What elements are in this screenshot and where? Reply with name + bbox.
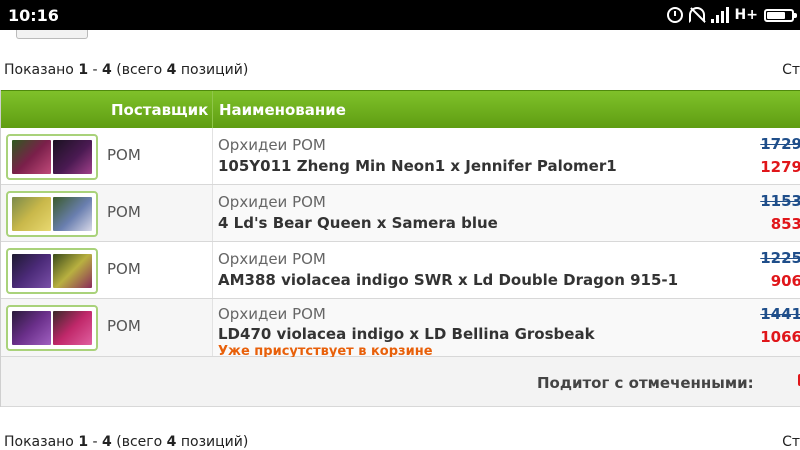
- pager-total-suffix: позиций): [180, 62, 249, 78]
- row-price-old: 1153: [760, 192, 800, 210]
- status-time: 10:16: [8, 6, 59, 25]
- pager-total-suffix: позиций): [180, 434, 249, 450]
- pager-info-bottom: Показано 1 - 4 (всего 4 позиций): [4, 434, 248, 450]
- row-price-old: 1441: [760, 305, 800, 323]
- product-thumbnail[interactable]: [6, 305, 98, 351]
- row-price-old: 1729: [760, 135, 800, 153]
- pager-info-top: Показано 1 - 4 (всего 4 позиций): [4, 62, 248, 78]
- pager-pages-bottom[interactable]: Ст: [782, 434, 800, 450]
- row-name-cell: Орхидеи POM 4 Ld's Bear Queen x Samera b…: [212, 185, 800, 241]
- row-price-new: 1066: [760, 328, 800, 346]
- orchid-photo: [53, 197, 92, 231]
- row-name-cell: Орхидеи POM AM388 violacea indigo SWR x …: [212, 242, 800, 298]
- pager-to: 4: [102, 62, 112, 78]
- row-supplier: POM: [107, 317, 141, 335]
- row-price-old: 1225: [760, 249, 800, 267]
- network-type: H+: [734, 7, 758, 23]
- table-header: Поставщик Наименование: [1, 90, 800, 129]
- wifi-off-icon: [688, 7, 705, 23]
- row-title[interactable]: 4 Ld's Bear Queen x Samera blue: [218, 214, 498, 232]
- pager-dash: -: [92, 434, 98, 450]
- product-thumbnail[interactable]: [6, 248, 98, 294]
- pager-total-prefix: (всего: [116, 62, 163, 78]
- header-name[interactable]: Наименование: [219, 101, 346, 119]
- subtotal-row: Подитог с отмеченными:: [1, 357, 800, 407]
- orchid-photo: [53, 140, 92, 174]
- pager-total-prefix: (всего: [116, 434, 163, 450]
- row-name-cell: Орхидеи POM 105Y011 Zheng Min Neon1 x Je…: [212, 128, 800, 184]
- pager-from: 1: [78, 434, 89, 450]
- orchid-photo: [12, 197, 51, 231]
- row-supplier: POM: [107, 146, 141, 164]
- pager-total: 4: [166, 434, 177, 450]
- table-row: POM Орхидеи POM 105Y011 Zheng Min Neon1 …: [1, 128, 800, 185]
- top-button[interactable]: [16, 30, 88, 39]
- product-thumbnail[interactable]: [6, 134, 98, 180]
- orchid-photo: [12, 311, 51, 345]
- orchid-photo: [12, 140, 51, 174]
- pager-to: 4: [102, 434, 112, 450]
- product-thumbnail[interactable]: [6, 191, 98, 237]
- pager-from: 1: [78, 62, 89, 78]
- row-name-cell: Орхидеи POM LD470 violacea indigo x LD B…: [212, 299, 800, 359]
- header-supplier[interactable]: Поставщик: [111, 101, 208, 119]
- cart-table: Поставщик Наименование POM Орхидеи POM 1…: [0, 90, 800, 407]
- battery-icon: [764, 8, 797, 22]
- status-bar: 10:16 H+: [0, 0, 800, 30]
- table-row: POM Орхидеи POM LD470 violacea indigo x …: [1, 299, 800, 359]
- signal-icon: [710, 7, 729, 23]
- row-supplier: POM: [107, 260, 141, 278]
- pager-prefix: Показано: [4, 62, 74, 78]
- row-category[interactable]: Орхидеи POM: [218, 193, 326, 211]
- pager-dash: -: [92, 62, 98, 78]
- row-title[interactable]: 105Y011 Zheng Min Neon1 x Jennifer Palom…: [218, 157, 617, 175]
- row-title[interactable]: AM388 violacea indigo SWR x Ld Double Dr…: [218, 271, 678, 289]
- alarm-icon: [666, 7, 683, 23]
- pager-total: 4: [166, 62, 177, 78]
- subtotal-label: Подитог с отмеченными:: [537, 374, 754, 392]
- orchid-photo: [12, 254, 51, 288]
- orchid-photo: [53, 311, 92, 345]
- row-title[interactable]: LD470 violacea indigo x LD Bellina Grosb…: [218, 325, 595, 343]
- row-price-new: 906: [770, 272, 800, 290]
- status-icons: H+: [666, 5, 797, 25]
- row-price-new: 1279: [760, 158, 800, 176]
- pager-pages-top[interactable]: Ст: [782, 62, 800, 78]
- row-category[interactable]: Орхидеи POM: [218, 305, 326, 323]
- orchid-photo: [53, 254, 92, 288]
- table-row: POM Орхидеи POM AM388 violacea indigo SW…: [1, 242, 800, 299]
- table-row: POM Орхидеи POM 4 Ld's Bear Queen x Same…: [1, 185, 800, 242]
- row-category[interactable]: Орхидеи POM: [218, 250, 326, 268]
- pager-prefix: Показано: [4, 434, 74, 450]
- row-category[interactable]: Орхидеи POM: [218, 136, 326, 154]
- row-supplier: POM: [107, 203, 141, 221]
- row-price-new: 853: [770, 215, 800, 233]
